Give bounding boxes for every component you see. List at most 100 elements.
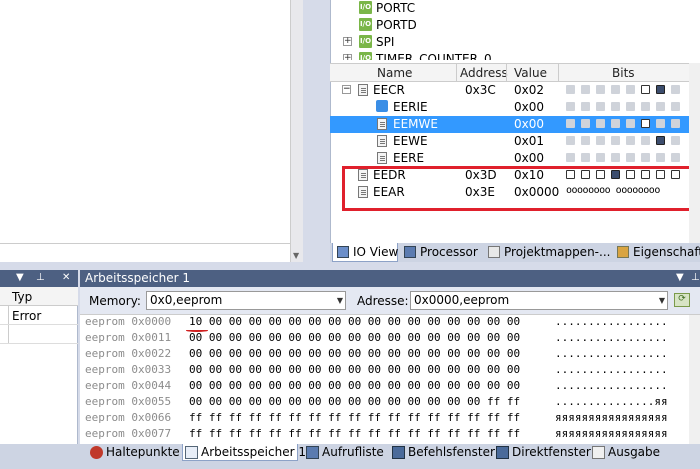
expand-icon[interactable]: + xyxy=(343,37,352,46)
memory-row: eeprom 0x0000 10 00 00 00 00 00 00 00 00 … xyxy=(85,315,668,331)
bit-cell[interactable] xyxy=(656,85,665,94)
bit-cell[interactable] xyxy=(641,136,650,145)
tab-processor[interactable]: Processor xyxy=(400,243,482,262)
pin-icon[interactable]: ⊥ xyxy=(691,272,700,283)
register-row-eemwe[interactable]: EEMWE 0x00 xyxy=(330,116,700,133)
bit-cell[interactable] xyxy=(641,119,650,128)
tab-arbeitsspeicher[interactable]: Arbeitsspeicher 1 xyxy=(182,444,306,461)
bit-cell[interactable] xyxy=(596,102,605,111)
column-bits[interactable]: Bits xyxy=(612,66,635,80)
refresh-icon[interactable]: ⟳ xyxy=(674,293,690,307)
column-name[interactable]: Name xyxy=(377,66,412,80)
bit-cell[interactable] xyxy=(566,136,575,145)
bit-cell[interactable] xyxy=(581,136,590,145)
column-address[interactable]: Address xyxy=(460,66,508,80)
close-icon[interactable]: ✕ xyxy=(62,272,70,283)
horizontal-splitter[interactable] xyxy=(0,262,700,270)
memory-data[interactable]: 00 00 00 00 00 00 00 00 00 00 00 00 00 0… xyxy=(189,395,520,408)
bit-cell[interactable] xyxy=(566,153,575,162)
bit-cell[interactable] xyxy=(641,102,650,111)
collapse-icon[interactable]: − xyxy=(342,85,351,94)
bit-cell[interactable] xyxy=(581,102,590,111)
bit-cell[interactable] xyxy=(626,153,635,162)
bit-cell[interactable] xyxy=(611,119,620,128)
chevron-down-icon[interactable]: ▼ xyxy=(659,292,665,309)
dropdown-icon[interactable]: ▼ xyxy=(676,272,684,283)
memory-data[interactable]: 10 00 00 00 00 00 00 00 00 00 00 00 00 0… xyxy=(189,315,520,328)
memory-data[interactable]: 00 00 00 00 00 00 00 00 00 00 00 00 00 0… xyxy=(189,347,520,360)
column-typ[interactable]: Typ xyxy=(12,290,32,304)
tree-item-portd[interactable]: I/O PORTD xyxy=(331,17,700,34)
memory-view[interactable]: eeprom 0x0000 10 00 00 00 00 00 00 00 00 … xyxy=(80,315,700,444)
bit-cell[interactable] xyxy=(596,119,605,128)
bit-cell[interactable] xyxy=(596,153,605,162)
bit-cell[interactable] xyxy=(626,119,635,128)
bit-cell[interactable] xyxy=(566,119,575,128)
bit-cell[interactable] xyxy=(596,85,605,94)
bit-cell[interactable] xyxy=(671,119,680,128)
tree-item-spi[interactable]: + I/O SPI xyxy=(331,34,700,51)
tab-haltepunkte[interactable]: Haltepunkte xyxy=(88,444,180,461)
tab-befehlsfenster[interactable]: Befehlsfenster xyxy=(390,444,495,461)
bit-cell[interactable] xyxy=(596,136,605,145)
bit-cell[interactable] xyxy=(566,85,575,94)
bit-cell[interactable] xyxy=(656,119,665,128)
memory-data[interactable]: ff ff ff ff ff ff ff ff ff ff ff ff ff f… xyxy=(189,411,520,424)
tab-projektmappen[interactable]: Projektmappen-... xyxy=(484,243,610,262)
io-view-vertical-scrollbar[interactable] xyxy=(689,63,700,243)
editor-vertical-scrollbar[interactable]: ▼ xyxy=(290,0,303,262)
bit-cell[interactable] xyxy=(611,85,620,94)
tab-direktfenster[interactable]: Direktfenster xyxy=(494,444,591,461)
bit-cell[interactable] xyxy=(671,136,680,145)
bit-cell[interactable] xyxy=(581,85,590,94)
pin-icon[interactable]: ⊥ xyxy=(36,272,45,283)
tree-item-timer-counter-0[interactable]: + I/O TIMER_COUNTER_0 xyxy=(331,51,700,60)
bit-cell[interactable] xyxy=(611,102,620,111)
bit-cell[interactable] xyxy=(656,102,665,111)
dropdown-icon[interactable]: ▼ xyxy=(16,272,24,283)
register-row-eere[interactable]: EERE 0x00 xyxy=(330,150,700,167)
bit-cell[interactable] xyxy=(611,153,620,162)
expand-icon[interactable]: + xyxy=(343,54,352,60)
bit-cell[interactable] xyxy=(641,153,650,162)
memory-data[interactable]: 00 00 00 00 00 00 00 00 00 00 00 00 00 0… xyxy=(189,379,520,392)
properties-icon xyxy=(617,246,629,258)
bit-cell[interactable] xyxy=(671,102,680,111)
bit-cell[interactable] xyxy=(656,153,665,162)
io-view-column-header: Name Address Value Bits xyxy=(330,63,700,82)
bit-cell[interactable] xyxy=(566,102,575,111)
register-row-eecr[interactable]: − EECR 0x3C 0x02 xyxy=(330,82,700,99)
io-tab-bar: IO View Processor Projektmappen-... Eige… xyxy=(330,243,700,262)
bit-cell[interactable] xyxy=(656,136,665,145)
memory-data[interactable]: ff ff ff ff ff ff ff ff ff ff ff ff ff f… xyxy=(189,427,520,440)
left-panel-row-empty[interactable] xyxy=(0,325,78,344)
tab-ausgabe[interactable]: Ausgabe xyxy=(590,444,660,461)
bit-cell[interactable] xyxy=(581,119,590,128)
memory-select[interactable]: 0x0,eeprom ▼ xyxy=(146,291,346,310)
scroll-down-icon[interactable]: ▼ xyxy=(293,251,299,260)
address-input[interactable]: 0x0000,eeprom ▼ xyxy=(410,291,668,310)
bit-cell[interactable] xyxy=(626,136,635,145)
bit-cell[interactable] xyxy=(641,85,650,94)
bit-cell[interactable] xyxy=(581,153,590,162)
bit-cell[interactable] xyxy=(671,85,680,94)
bit-cell[interactable] xyxy=(626,102,635,111)
left-panel-row[interactable]: Error xyxy=(0,306,78,325)
memory-vertical-scrollbar[interactable] xyxy=(689,315,700,444)
column-value[interactable]: Value xyxy=(514,66,547,80)
tab-eigenschaften[interactable]: Eigenschaften xyxy=(613,243,700,262)
memory-data[interactable]: 00 00 00 00 00 00 00 00 00 00 00 00 00 0… xyxy=(189,363,520,376)
editor-area[interactable] xyxy=(0,0,303,262)
tab-io-view[interactable]: IO View xyxy=(332,243,398,262)
tab-aufrufliste[interactable]: Aufrufliste xyxy=(304,444,384,461)
register-row-eewe[interactable]: EEWE 0x01 xyxy=(330,133,700,150)
bit-cell[interactable] xyxy=(611,136,620,145)
io-icon: I/O xyxy=(359,35,372,48)
chevron-down-icon[interactable]: ▼ xyxy=(337,292,343,309)
bit-cell[interactable] xyxy=(626,85,635,94)
io-icon: I/O xyxy=(359,1,372,14)
bit-cell[interactable] xyxy=(671,153,680,162)
tree-item-portc[interactable]: I/O PORTC xyxy=(331,0,700,17)
register-row-eerie[interactable]: EERIE 0x00 xyxy=(330,99,700,116)
memory-data[interactable]: 00 00 00 00 00 00 00 00 00 00 00 00 00 0… xyxy=(189,331,520,344)
